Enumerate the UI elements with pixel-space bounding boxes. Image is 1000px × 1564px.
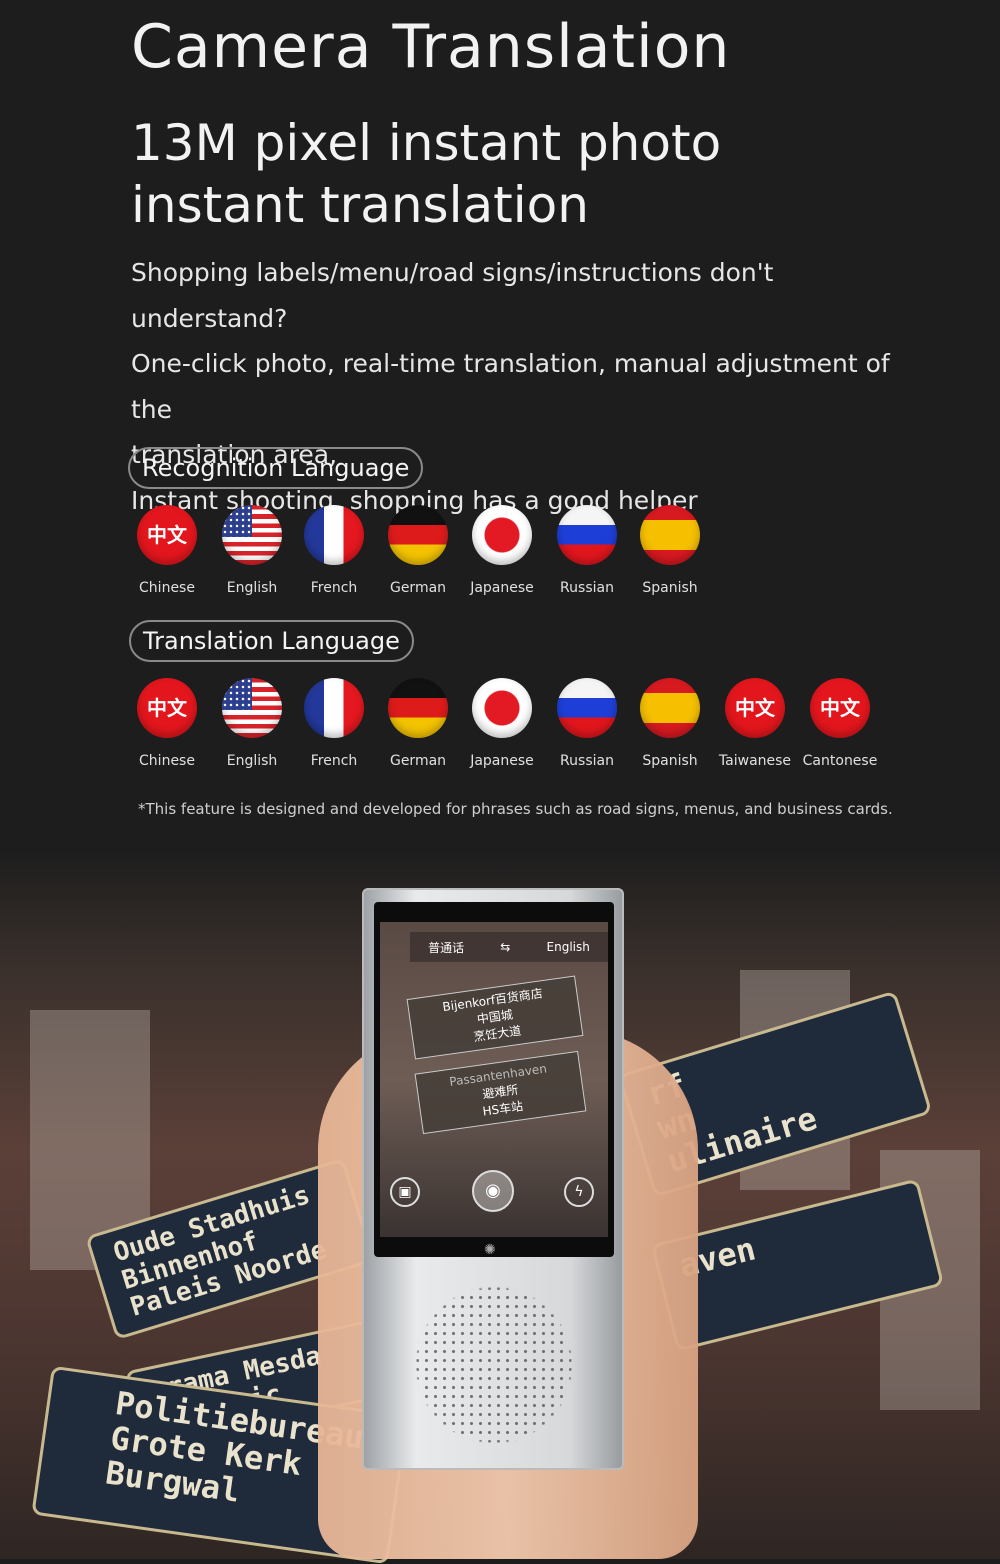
language-label: French — [310, 580, 358, 596]
flag-zh-icon: 中文 — [137, 505, 197, 565]
language-label: Japanese — [470, 580, 534, 596]
description-line: One-click photo, real-time translation, … — [131, 349, 890, 424]
language-label: Taiwanese — [718, 753, 792, 769]
gallery-icon[interactable]: ▣ — [390, 1177, 420, 1207]
language-label: French — [310, 753, 358, 769]
page-title: Camera Translation — [131, 12, 731, 82]
swap-arrows-icon[interactable]: ⇆ — [500, 940, 510, 954]
flag-ja-icon — [472, 505, 532, 565]
language-switch-bar[interactable]: 普通话 ⇆ English — [410, 932, 608, 962]
flag-en-icon — [222, 505, 282, 565]
flash-icon[interactable]: ϟ — [564, 1177, 594, 1207]
language-label: German — [389, 580, 447, 596]
recognition-language-label: Recognition Language — [128, 447, 424, 489]
camera-shutter-icon[interactable]: ◉ — [472, 1170, 514, 1212]
translated-sign: Bijenkorf百货商店 中国城 烹饪大道 — [406, 975, 584, 1060]
subtitle-line: 13M pixel instant photo — [131, 114, 722, 172]
subtitle: 13M pixel instant photo instant translati… — [131, 112, 721, 236]
translated-sign: Passantenhaven 避难所 HS车站 — [414, 1050, 587, 1135]
language-label: Spanish — [642, 580, 698, 596]
source-language[interactable]: 普通话 — [428, 939, 464, 956]
flag-en-icon — [222, 678, 282, 738]
flag-zh-icon: 中文 — [810, 678, 870, 738]
flag-es-icon — [640, 678, 700, 738]
language-label: Spanish — [642, 753, 698, 769]
language-label: Russian — [560, 580, 614, 596]
camera-viewfinder: 普通话 ⇆ English Bijenkorf百货商店 中国城 烹饪大道 Passa… — [380, 922, 608, 1237]
flag-zh-icon: 中文 — [725, 678, 785, 738]
language-label: English — [226, 753, 278, 769]
flag-de-icon — [388, 678, 448, 738]
language-label: English — [226, 580, 278, 596]
subtitle-line: instant translation — [131, 176, 589, 234]
language-label: Cantonese — [802, 753, 878, 769]
language-label: Chinese — [139, 580, 195, 596]
language-label: German — [389, 753, 447, 769]
flag-ja-icon — [472, 678, 532, 738]
flag-ru-icon — [557, 678, 617, 738]
flag-fr-icon — [304, 505, 364, 565]
language-label: Japanese — [470, 753, 534, 769]
language-label: Russian — [560, 753, 614, 769]
device-screen: 普通话 ⇆ English Bijenkorf百货商店 中国城 烹饪大道 Passa… — [374, 902, 614, 1258]
flag-es-icon — [640, 505, 700, 565]
translation-language-label: Translation Language — [129, 620, 414, 662]
speaker-grille — [404, 1275, 584, 1455]
translator-device: 普通话 ⇆ English Bijenkorf百货商店 中国城 烹饪大道 Passa… — [362, 888, 624, 1470]
flag-fr-icon — [304, 678, 364, 738]
target-language[interactable]: English — [547, 940, 590, 954]
footnote: *This feature is designed and developed … — [138, 800, 893, 818]
flag-zh-icon: 中文 — [137, 678, 197, 738]
flag-ru-icon — [557, 505, 617, 565]
language-label: Chinese — [139, 753, 195, 769]
description-line: Shopping labels/menu/road signs/instruct… — [131, 258, 774, 333]
microphone-icon: ✺ — [484, 1242, 496, 1258]
flag-de-icon — [388, 505, 448, 565]
